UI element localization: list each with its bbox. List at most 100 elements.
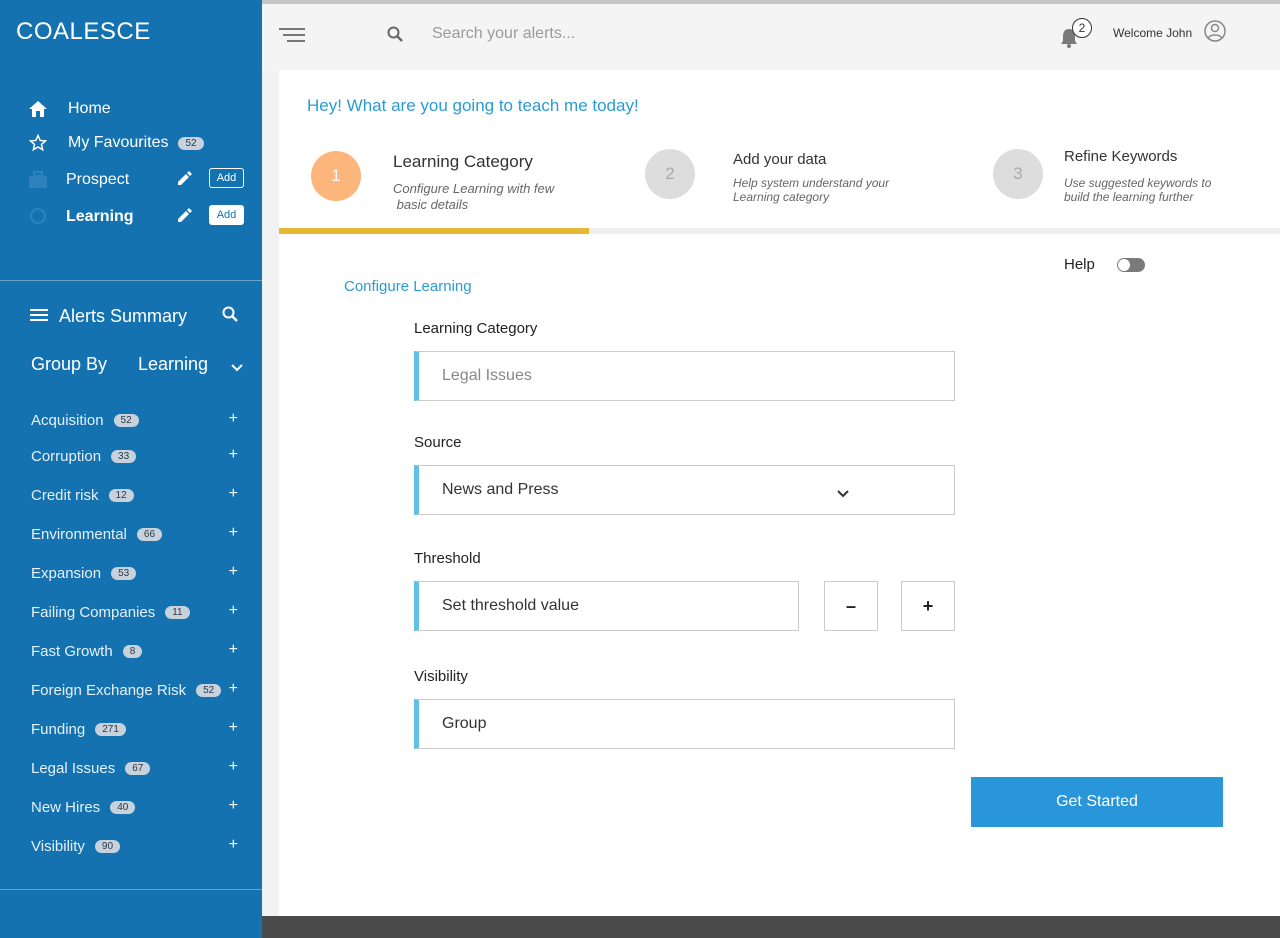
sidebar-bottom-divider <box>0 889 262 890</box>
threshold-input[interactable]: Set threshold value <box>414 581 799 631</box>
help-label: Help <box>1064 256 1095 273</box>
step-1-indicator[interactable]: 1 <box>311 151 361 201</box>
alert-category-count-badge: 53 <box>111 566 137 580</box>
alert-category-label: Failing Companies <box>31 603 156 621</box>
chevron-down-icon <box>231 356 243 377</box>
search-input[interactable] <box>432 22 832 46</box>
favourites-count-badge: 52 <box>178 136 204 150</box>
nav-learning[interactable]: Learning Add <box>28 205 248 229</box>
alert-category-count-badge: 66 <box>136 527 163 541</box>
step-1-title: Learning Category <box>393 152 533 171</box>
alert-category-item[interactable]: Credit risk 12 + <box>31 485 241 505</box>
app-logo: COALESCE <box>16 18 151 45</box>
alert-category-item[interactable]: Legal Issues 67 + <box>31 758 241 778</box>
threshold-increment-button[interactable]: + <box>901 581 955 631</box>
add-learning-button[interactable]: Add <box>209 205 244 225</box>
alerts-summary-title: Alerts Summary <box>59 305 188 326</box>
expand-category-button[interactable]: + <box>229 410 238 428</box>
visibility-input[interactable]: Group <box>414 699 955 749</box>
alert-category-count-badge: 52 <box>113 413 139 427</box>
sidebar-divider <box>0 280 262 281</box>
nav-home[interactable]: Home <box>28 97 248 121</box>
alert-category-count-badge: 11 <box>165 605 190 619</box>
user-avatar-icon[interactable] <box>1204 20 1226 47</box>
alert-category-count-badge: 52 <box>196 683 222 697</box>
threshold-label: Threshold <box>414 550 481 567</box>
alert-category-item[interactable]: Corruption 33 + <box>31 446 241 466</box>
expand-category-button[interactable]: + <box>229 485 238 503</box>
edit-prospect-icon[interactable] <box>178 171 194 187</box>
group-by-label: Group By <box>31 353 108 374</box>
top-bar: 2 Welcome John <box>262 0 1280 70</box>
hamburger-icon[interactable] <box>279 26 305 49</box>
alert-category-item[interactable]: Failing Companies 11 + <box>31 602 241 622</box>
expand-category-button[interactable]: + <box>229 524 238 542</box>
chevron-down-icon <box>837 485 849 503</box>
menu-icon[interactable] <box>30 306 48 327</box>
wizard-headline: Hey! What are you going to teach me toda… <box>307 96 639 115</box>
wizard-progress-fill <box>279 228 590 234</box>
source-value: News and Press <box>442 481 559 498</box>
alert-category-item[interactable]: Visibility 90 + <box>31 836 241 856</box>
expand-category-button[interactable]: + <box>229 758 238 776</box>
expand-category-button[interactable]: + <box>229 641 238 659</box>
threshold-decrement-button[interactable]: – <box>824 581 878 631</box>
alert-category-item[interactable]: New Hires 40 + <box>31 797 241 817</box>
help-toggle[interactable] <box>1117 258 1145 272</box>
alert-category-label: New Hires <box>31 798 101 816</box>
visibility-label: Visibility <box>414 668 468 685</box>
alert-category-count-badge: 33 <box>111 449 137 463</box>
alert-category-label: Visibility <box>31 837 85 855</box>
step-1-desc-line1: Configure Learning with few <box>393 181 555 196</box>
alert-category-item[interactable]: Fast Growth 8 + <box>31 641 241 661</box>
expand-category-button[interactable]: + <box>229 836 238 854</box>
search-icon <box>387 26 403 47</box>
learning-category-input[interactable]: Legal Issues <box>414 351 955 401</box>
expand-category-button[interactable]: + <box>229 797 238 815</box>
alert-category-label: Acquisition <box>31 411 104 429</box>
alerts-search-icon[interactable] <box>222 306 238 327</box>
learning-icon <box>28 207 48 227</box>
alert-category-item[interactable]: Environmental 66 + <box>31 524 241 544</box>
alert-category-count-badge: 271 <box>95 722 126 736</box>
alert-category-item[interactable]: Acquisition 52 + <box>31 410 241 430</box>
alert-category-item[interactable]: Funding 271 + <box>31 719 241 739</box>
alert-category-item[interactable]: Foreign Exchange Risk 52 + <box>31 680 241 700</box>
alert-category-label: Environmental <box>31 525 127 543</box>
alert-category-label: Fast Growth <box>31 642 113 660</box>
star-icon <box>28 133 48 153</box>
expand-category-button[interactable]: + <box>229 446 238 464</box>
nav-favourites[interactable]: My Favourites 52 <box>28 131 248 155</box>
home-icon <box>28 99 48 119</box>
alert-category-label: Credit risk <box>31 486 99 504</box>
group-by-select[interactable]: Group By Learning <box>31 353 243 375</box>
nav-prospect[interactable]: Prospect Add <box>28 168 248 192</box>
alert-category-label: Funding <box>31 720 86 738</box>
main-panel: Hey! What are you going to teach me toda… <box>279 70 1280 916</box>
edit-learning-icon[interactable] <box>178 208 194 224</box>
step-1-desc-line2: basic details <box>393 197 469 212</box>
wizard-progress-bar <box>279 228 1280 234</box>
expand-category-button[interactable]: + <box>229 719 238 737</box>
nav-home-label: Home <box>68 100 111 117</box>
step-2-desc-line1: Help system understand your <box>733 176 890 190</box>
alert-category-label: Legal Issues <box>31 759 116 777</box>
alert-category-count-badge: 67 <box>125 761 151 775</box>
expand-category-button[interactable]: + <box>229 680 238 698</box>
alert-category-label: Corruption <box>31 447 102 465</box>
expand-category-button[interactable]: + <box>229 563 238 581</box>
step-2-indicator[interactable]: 2 <box>645 149 695 199</box>
step-3-indicator[interactable]: 3 <box>993 149 1043 199</box>
alert-category-count-badge: 90 <box>94 839 121 853</box>
expand-category-button[interactable]: + <box>229 602 238 620</box>
step-2-desc-line2: Learning category <box>733 190 830 204</box>
alert-category-item[interactable]: Expansion 53 + <box>31 563 241 583</box>
nav-prospect-label: Prospect <box>66 171 130 188</box>
alert-category-label: Foreign Exchange Risk <box>31 681 187 699</box>
learning-category-label: Learning Category <box>414 320 538 337</box>
get-started-button[interactable]: Get Started <box>971 777 1223 827</box>
source-select[interactable]: News and Press <box>414 465 955 515</box>
section-title: Configure Learning <box>344 278 472 295</box>
add-prospect-button[interactable]: Add <box>209 168 244 188</box>
alert-category-count-badge: 40 <box>110 800 136 814</box>
